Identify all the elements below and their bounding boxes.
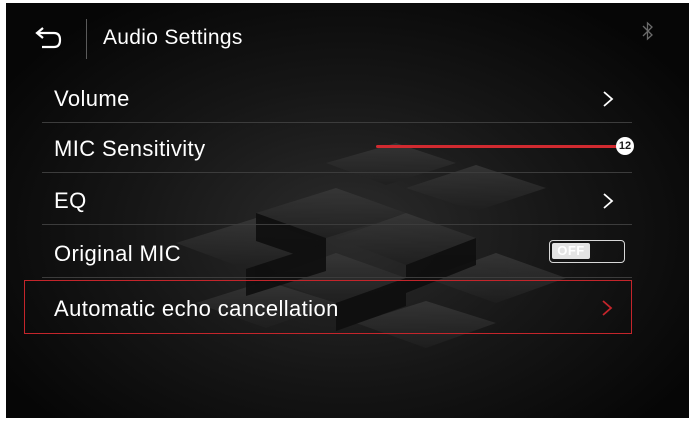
page-title: Audio Settings: [103, 26, 243, 49]
menu-item-automatic-echo-cancellation[interactable]: Automatic echo cancellation: [24, 280, 632, 334]
menu-item-volume[interactable]: Volume: [24, 73, 632, 123]
menu-item-mic-sensitivity: MIC Sensitivity 12: [24, 123, 634, 173]
menu-item-label: MIC Sensitivity: [54, 136, 206, 161]
mic-sensitivity-slider[interactable]: 12: [376, 134, 638, 158]
menu-item-label: Automatic echo cancellation: [54, 296, 339, 321]
menu-item-label: Volume: [54, 86, 130, 111]
chevron-right-icon: [603, 91, 614, 107]
slider-knob[interactable]: 12: [616, 137, 634, 155]
back-arrow-icon[interactable]: [32, 25, 64, 55]
chevron-right-icon: [602, 300, 613, 316]
header-divider: [86, 19, 87, 59]
menu-item-label: Original MIC: [54, 241, 182, 266]
header-bar: Audio Settings: [6, 3, 689, 75]
audio-settings-screen: Audio Settings Volume MIC Sensitivity 12…: [6, 3, 689, 418]
toggle-state-label: OFF: [552, 243, 590, 259]
chevron-right-icon: [603, 193, 614, 209]
row-divider: [42, 277, 632, 278]
original-mic-toggle[interactable]: OFF: [549, 240, 625, 263]
bluetooth-icon: [642, 21, 653, 41]
row-divider: [42, 172, 632, 173]
menu-item-label: EQ: [54, 188, 87, 213]
menu-item-eq[interactable]: EQ: [24, 175, 632, 225]
slider-track: [376, 145, 626, 148]
menu-item-original-mic: Original MIC OFF: [24, 228, 632, 278]
row-divider: [42, 224, 632, 225]
